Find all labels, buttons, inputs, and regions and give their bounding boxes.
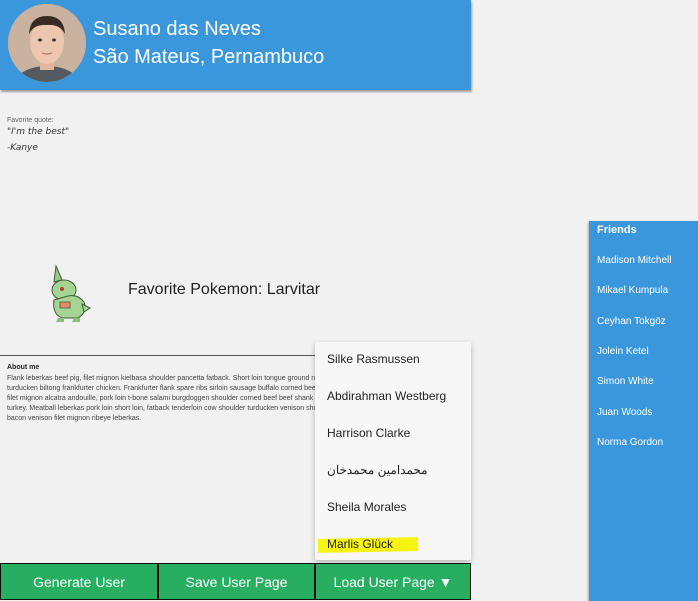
quote-author: -Kanye xyxy=(7,143,38,153)
pokemon-sprite xyxy=(42,262,92,322)
load-user-page-button[interactable]: Load User Page ▼ xyxy=(315,563,471,600)
user-page: Susano das Neves São Mateus, Pernambuco … xyxy=(0,0,698,601)
about-line: turkey. Meatball leberkas pork loin shor… xyxy=(7,405,335,412)
generate-user-button[interactable]: Generate User xyxy=(0,563,158,600)
dropdown-item[interactable]: محمدامین محمدخان xyxy=(327,463,428,477)
avatar xyxy=(8,4,86,82)
quote-label: Favorite quote: xyxy=(7,117,54,124)
profile-header: Susano das Neves São Mateus, Pernambuco xyxy=(0,0,471,90)
friend-item[interactable]: Juan Woods xyxy=(597,407,652,418)
dropdown-item[interactable]: Abdirahman Westberg xyxy=(327,389,446,403)
friend-item[interactable]: Jolein Ketel xyxy=(597,346,649,357)
friends-panel: Friends Madison Mitchell Mikael Kumpula … xyxy=(589,221,698,601)
about-line: turducken biltong frankfurter chicken. F… xyxy=(7,385,334,392)
quote-text: "I'm the best" xyxy=(7,127,70,137)
save-user-page-button[interactable]: Save User Page xyxy=(158,563,315,600)
friend-item[interactable]: Mikael Kumpula xyxy=(597,285,668,296)
friends-title: Friends xyxy=(597,224,637,236)
about-title: About me xyxy=(7,364,40,371)
user-location: São Mateus, Pernambuco xyxy=(93,46,325,68)
dropdown-item[interactable]: Harrison Clarke xyxy=(327,426,410,440)
friend-item[interactable]: Ceyhan Tokgöz xyxy=(597,316,666,327)
load-user-dropdown: Silke Rasmussen Abdirahman Westberg Harr… xyxy=(315,342,471,560)
about-line: filet mignon alcatra andouille, pork loi… xyxy=(7,395,343,402)
dropdown-item[interactable]: Marlis Glück xyxy=(327,537,393,551)
dropdown-item[interactable]: Silke Rasmussen xyxy=(327,352,420,366)
friend-item[interactable]: Norma Gordon xyxy=(597,437,663,448)
user-name: Susano das Neves xyxy=(93,18,261,40)
friend-item[interactable]: Madison Mitchell xyxy=(597,255,671,266)
about-line: Flank leberkas beef pig, filet mignon ki… xyxy=(7,375,347,382)
about-line: bacon venison filet mignon ribeye leberk… xyxy=(7,415,142,422)
about-text: Flank leberkas beef pig, filet mignon ki… xyxy=(7,374,347,424)
friend-item[interactable]: Simon White xyxy=(597,376,654,387)
pokemon-label: Favorite Pokemon: Larvitar xyxy=(128,281,321,298)
dropdown-item[interactable]: Sheila Morales xyxy=(327,500,406,514)
